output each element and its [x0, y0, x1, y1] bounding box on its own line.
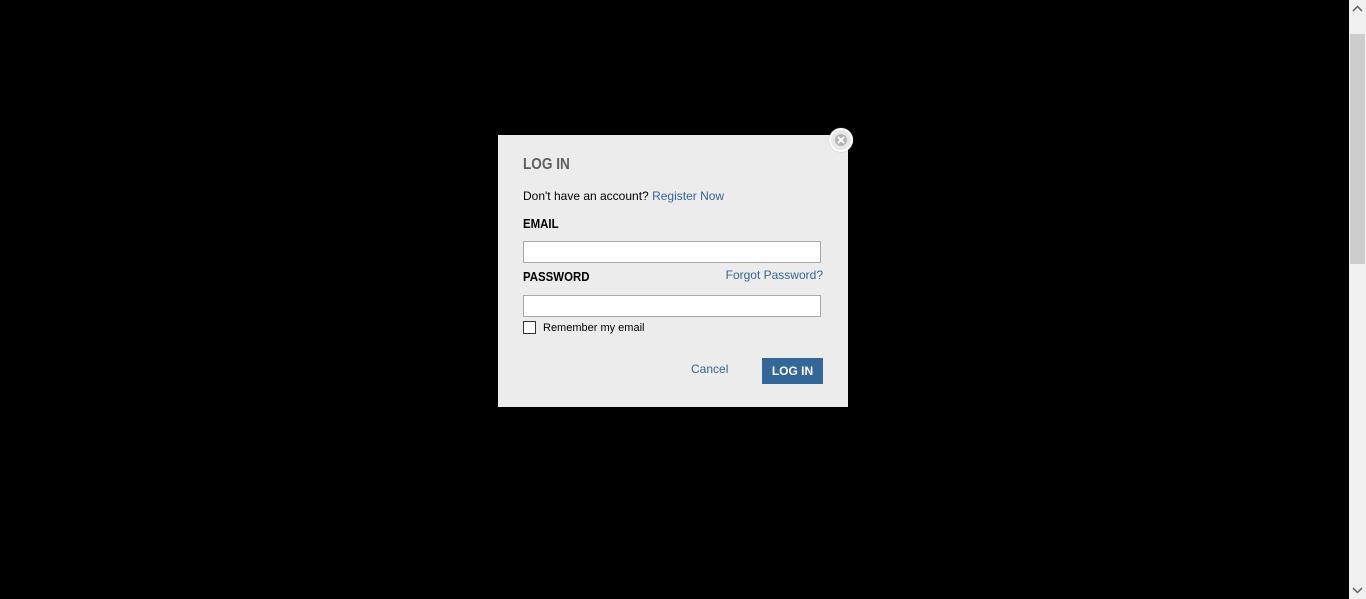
scroll-down-button[interactable]: [1349, 582, 1366, 599]
scroll-up-button[interactable]: [1349, 0, 1366, 17]
cancel-link[interactable]: Cancel: [691, 362, 728, 376]
register-line: Don't have an account? Register Now: [523, 189, 724, 203]
remember-email-label[interactable]: Remember my email: [543, 322, 644, 334]
login-modal: LOG IN Don't have an account? Register N…: [498, 135, 848, 407]
login-button[interactable]: LOG IN: [762, 358, 823, 384]
close-button[interactable]: [829, 128, 853, 152]
password-input[interactable]: [523, 295, 821, 317]
chevron-down-icon: [1352, 587, 1363, 594]
password-label: PASSWORD: [523, 269, 590, 284]
page: LOG IN Don't have an account? Register N…: [0, 0, 1366, 599]
register-now-link[interactable]: Register Now: [652, 189, 724, 203]
register-prompt: Don't have an account?: [523, 189, 649, 203]
email-input[interactable]: [523, 241, 821, 263]
modal-title: LOG IN: [523, 156, 570, 173]
email-label: EMAIL: [523, 216, 559, 231]
remember-email-checkbox[interactable]: [523, 321, 536, 334]
close-icon: [835, 134, 847, 146]
forgot-password-link[interactable]: Forgot Password?: [726, 268, 823, 282]
scroll-thumb[interactable]: [1350, 34, 1365, 264]
chevron-up-icon: [1352, 5, 1363, 12]
vertical-scrollbar[interactable]: [1349, 0, 1366, 599]
remember-row: Remember my email: [523, 321, 644, 334]
